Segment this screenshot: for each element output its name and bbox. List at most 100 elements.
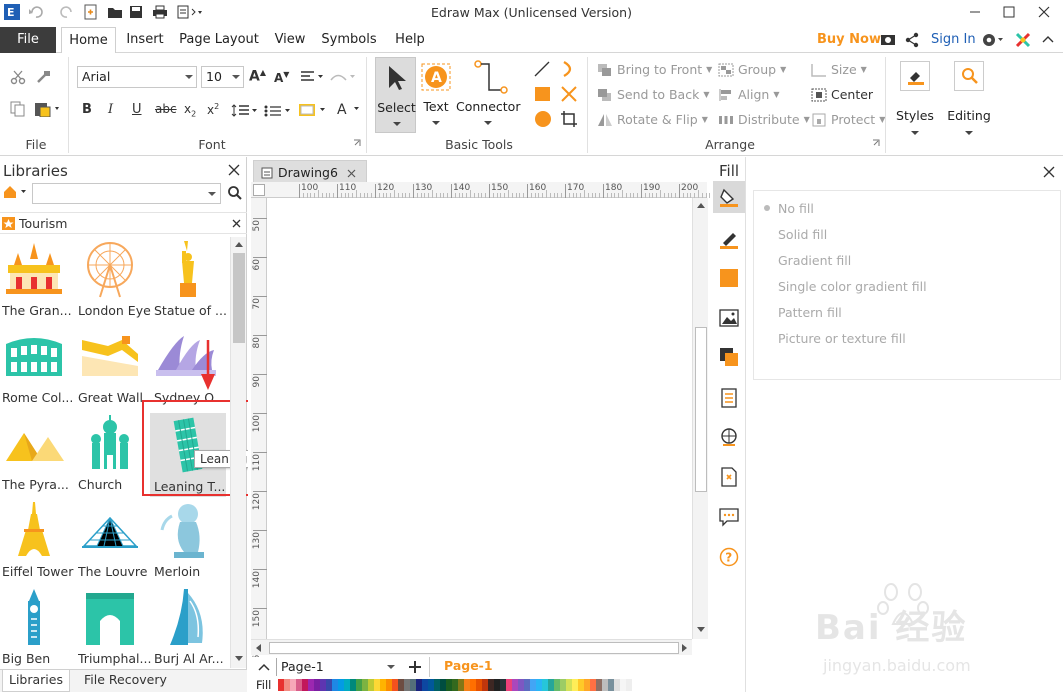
text-highlight-icon[interactable] [298, 103, 330, 119]
grow-font-icon[interactable]: A▲ [249, 68, 266, 85]
tab-libraries[interactable]: Libraries [2, 670, 70, 692]
add-page-icon[interactable] [408, 660, 422, 674]
theme-icon[interactable] [1015, 32, 1031, 48]
font-color-icon[interactable]: A [336, 102, 364, 118]
line-tool-icon[interactable] [533, 60, 551, 78]
fill-option-gradient-fill[interactable]: Gradient fill [778, 253, 851, 268]
collapse-ribbon-icon[interactable] [1042, 35, 1054, 43]
shape-eiffel-tower[interactable]: Eiffel Tower [2, 500, 76, 586]
canvas-vertical-scrollbar[interactable] [692, 198, 708, 639]
library-scrollbar[interactable] [230, 237, 246, 668]
search-icon[interactable] [227, 185, 243, 201]
canvas-horizontal-scrollbar[interactable] [251, 639, 692, 655]
attachment-icon[interactable] [719, 467, 739, 487]
shape-triumphal-arch[interactable]: Triumphal... [78, 587, 152, 673]
library-scrollbar-thumb[interactable] [233, 253, 245, 343]
shape-the-pyramids[interactable]: The Pyra... [2, 413, 76, 499]
library-home-icon[interactable] [2, 184, 30, 200]
font-name-select[interactable]: Arial [77, 66, 197, 88]
fill-option-pattern-fill[interactable]: Pattern fill [778, 305, 842, 320]
font-size-select[interactable]: 10 [201, 66, 244, 88]
comment-icon[interactable] [719, 507, 739, 527]
protect-button[interactable]: Protect ▼ [811, 112, 885, 127]
tab-file[interactable]: File [0, 27, 56, 53]
cross-tool-icon[interactable] [560, 85, 578, 103]
underline-icon[interactable]: U [132, 102, 142, 117]
line-spacing-icon[interactable] [231, 104, 259, 118]
library-category-header[interactable]: Tourism [0, 212, 247, 234]
minimize-icon[interactable] [966, 3, 984, 21]
fill-option-picture-texture[interactable]: Picture or texture fill [778, 331, 906, 346]
copy-icon[interactable] [10, 101, 26, 117]
center-button[interactable]: Center [811, 87, 873, 102]
cut-icon[interactable] [10, 69, 26, 85]
shape-rome-colosseum[interactable]: Rome Col... [2, 326, 76, 412]
radio-selected-icon[interactable] [763, 204, 771, 212]
close-libraries-icon[interactable] [228, 164, 240, 176]
strikethrough-icon[interactable]: abc [155, 102, 177, 116]
shrink-font-icon[interactable]: A▼ [274, 70, 289, 85]
align-button[interactable]: Align ▼ [718, 87, 780, 102]
layer-icon[interactable] [719, 347, 739, 367]
styles-button[interactable]: Styles [893, 57, 937, 147]
rotate-flip-button[interactable]: Rotate & Flip ▼ [597, 112, 708, 127]
select-tool-button[interactable]: Select [375, 57, 416, 133]
shape-great-wall[interactable]: Great Wall [78, 326, 152, 412]
subscript-icon[interactable]: x2 [184, 102, 196, 118]
collapse-page-bar-icon[interactable] [258, 663, 270, 671]
rectangle-tool-icon[interactable] [534, 85, 552, 103]
group-button[interactable]: Group ▼ [718, 62, 786, 77]
shape-burj-al-arab[interactable]: Burj Al Ar... [154, 587, 228, 673]
fill-panel-button[interactable] [713, 181, 745, 213]
bold-icon[interactable]: B [82, 102, 92, 117]
canvas-h-scrollbar-thumb[interactable] [269, 642, 679, 654]
format-painter-icon[interactable] [35, 69, 51, 85]
arrange-dialog-launcher-icon[interactable] [872, 139, 880, 147]
close-window-icon[interactable] [1035, 3, 1053, 21]
align-text-icon[interactable] [300, 70, 326, 84]
bullets-icon[interactable] [263, 104, 293, 118]
buy-now-link[interactable]: Buy Now [817, 27, 881, 53]
ellipse-tool-icon[interactable] [534, 110, 552, 128]
shape-merlion[interactable]: Merloin [154, 500, 228, 586]
sign-in-link[interactable]: Sign In [931, 27, 976, 53]
bring-to-front-button[interactable]: Bring to Front ▼ [597, 62, 712, 77]
close-category-icon[interactable] [232, 219, 241, 228]
color-swatches[interactable] [278, 679, 632, 691]
page-properties-icon[interactable] [719, 388, 739, 408]
paste-icon[interactable] [34, 101, 62, 117]
page-tab[interactable]: Page-1 [429, 657, 501, 677]
superscript-icon[interactable]: x2 [207, 102, 219, 117]
size-button[interactable]: Size ▼ [811, 62, 867, 77]
close-fill-panel-icon[interactable] [1043, 166, 1055, 178]
editing-button[interactable]: Editing [945, 57, 993, 147]
close-document-icon[interactable] [347, 169, 356, 178]
send-to-back-button[interactable]: Send to Back ▼ [597, 87, 709, 102]
document-tab[interactable]: Drawing6 [253, 160, 367, 184]
image-icon[interactable] [719, 308, 739, 328]
text-curve-icon[interactable] [330, 70, 358, 84]
cart-icon[interactable] [880, 33, 896, 47]
drawing-canvas[interactable] [268, 198, 692, 639]
shadow-icon[interactable] [719, 268, 739, 288]
tab-help[interactable]: Help [388, 27, 432, 53]
line-style-icon[interactable] [719, 229, 739, 249]
shape-the-louvre[interactable]: The Louvre [78, 500, 152, 586]
tab-page-layout[interactable]: Page Layout [176, 27, 262, 53]
hyperlink-globe-icon[interactable] [719, 427, 739, 447]
help-icon[interactable]: ? [719, 547, 739, 567]
page-select[interactable]: Page-1 [276, 658, 396, 676]
arc-tool-icon[interactable] [560, 60, 578, 78]
maximize-icon[interactable] [1000, 3, 1018, 21]
settings-gear-icon[interactable] [981, 31, 1005, 49]
crop-tool-icon[interactable] [560, 110, 578, 128]
fill-option-no-fill[interactable]: No fill [778, 201, 814, 216]
tab-file-recovery[interactable]: File Recovery [84, 670, 167, 692]
shape-london-eye[interactable]: London Eye [78, 239, 152, 325]
shape-big-ben[interactable]: Big Ben [2, 587, 76, 673]
tab-home[interactable]: Home [61, 27, 116, 54]
font-dialog-launcher-icon[interactable] [353, 139, 361, 147]
library-search-input[interactable] [32, 183, 221, 204]
connector-tool-button[interactable]: Connector [456, 57, 520, 133]
tab-insert[interactable]: Insert [120, 27, 170, 53]
